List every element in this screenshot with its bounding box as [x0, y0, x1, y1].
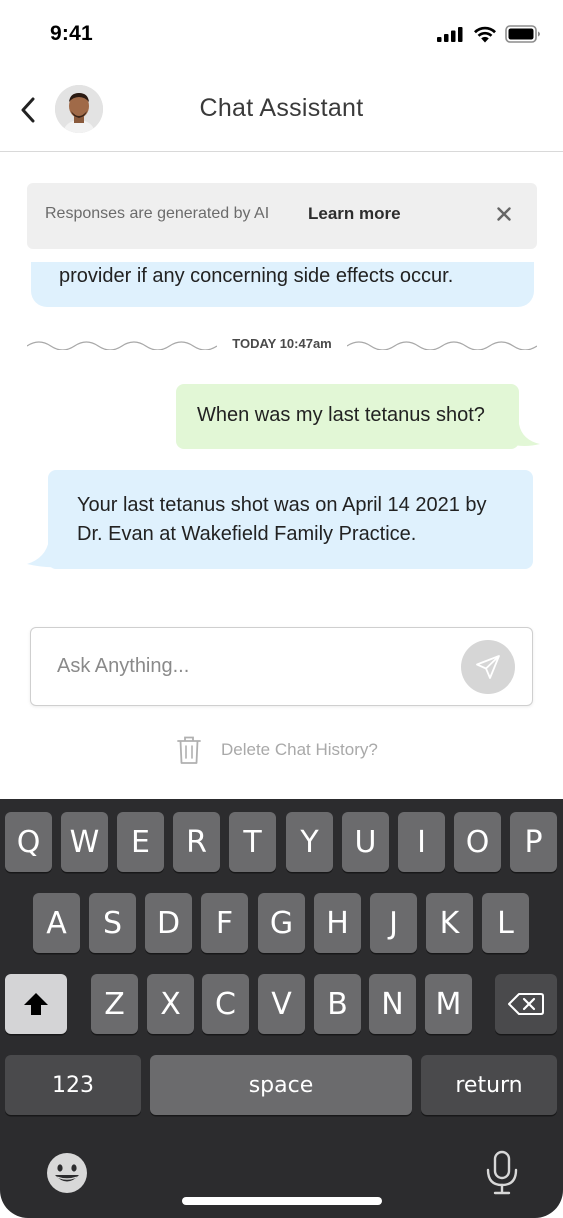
backspace-key[interactable]: [495, 974, 557, 1034]
send-icon: [476, 655, 500, 679]
numbers-key[interactable]: 123: [5, 1055, 141, 1115]
key-u[interactable]: U: [342, 812, 389, 872]
key-q[interactable]: Q: [5, 812, 52, 872]
signal-icon: [437, 27, 463, 42]
close-icon: [497, 207, 511, 221]
wavy-line-right: [347, 341, 537, 350]
key-b[interactable]: B: [314, 974, 361, 1034]
date-divider: TODAY 10:47am: [27, 332, 537, 354]
space-key[interactable]: space: [150, 1055, 412, 1115]
delete-history-button[interactable]: Delete Chat History?: [175, 734, 378, 766]
status-icons: [437, 25, 541, 43]
return-key[interactable]: return: [421, 1055, 557, 1115]
key-k[interactable]: K: [426, 893, 473, 953]
key-m[interactable]: M: [425, 974, 472, 1034]
dictation-button[interactable]: [484, 1150, 520, 1196]
emoji-icon: [47, 1153, 87, 1193]
delete-history-label: Delete Chat History?: [221, 740, 378, 759]
key-o[interactable]: O: [454, 812, 501, 872]
microphone-icon: [486, 1150, 518, 1195]
key-y[interactable]: Y: [286, 812, 333, 872]
key-v[interactable]: V: [258, 974, 305, 1034]
keyboard: Q W E R T Y U I O P A S D F G H J K L Z …: [0, 799, 563, 1218]
trash-icon: [177, 736, 201, 764]
close-notice-button[interactable]: [493, 203, 515, 225]
assistant-message: Your last tetanus shot was on April 14 2…: [48, 470, 533, 569]
shift-key[interactable]: [5, 974, 67, 1034]
ai-notice-banner: Responses are generated by AI Learn more: [27, 183, 537, 249]
key-j[interactable]: J: [370, 893, 417, 953]
assistant-message-partial: provider if any concerning side effects …: [31, 262, 534, 307]
key-c[interactable]: C: [202, 974, 249, 1034]
learn-more-link[interactable]: Learn more: [308, 204, 401, 224]
key-r[interactable]: R: [173, 812, 220, 872]
message-text: Your last tetanus shot was on April 14 2…: [77, 494, 487, 545]
home-indicator: [182, 1197, 382, 1205]
backspace-icon: [508, 993, 544, 1015]
wifi-icon: [474, 26, 496, 43]
header: Chat Assistant: [0, 70, 563, 152]
chat-input[interactable]: [57, 650, 457, 682]
chat-input-container: [30, 627, 533, 706]
key-d[interactable]: D: [145, 893, 192, 953]
key-x[interactable]: X: [147, 974, 194, 1034]
user-message: When was my last tetanus shot?: [176, 384, 519, 449]
key-i[interactable]: I: [398, 812, 445, 872]
page-title: Chat Assistant: [199, 94, 364, 122]
key-w[interactable]: W: [61, 812, 108, 872]
key-t[interactable]: T: [229, 812, 276, 872]
key-p[interactable]: P: [510, 812, 557, 872]
ai-notice-text: Responses are generated by AI: [45, 205, 270, 222]
key-f[interactable]: F: [201, 893, 248, 953]
key-n[interactable]: N: [369, 974, 416, 1034]
shift-icon: [24, 993, 48, 1015]
battery-icon: [505, 25, 540, 43]
key-g[interactable]: G: [258, 893, 305, 953]
emoji-button[interactable]: [44, 1150, 90, 1196]
message-text: When was my last tetanus shot?: [197, 404, 485, 426]
message-text: provider if any concerning side effects …: [59, 265, 454, 287]
key-s[interactable]: S: [89, 893, 136, 953]
key-e[interactable]: E: [117, 812, 164, 872]
key-a[interactable]: A: [33, 893, 80, 953]
send-button[interactable]: [461, 640, 515, 694]
key-l[interactable]: L: [482, 893, 529, 953]
key-h[interactable]: H: [314, 893, 361, 953]
key-z[interactable]: Z: [91, 974, 138, 1034]
status-time: 9:41: [50, 22, 93, 45]
